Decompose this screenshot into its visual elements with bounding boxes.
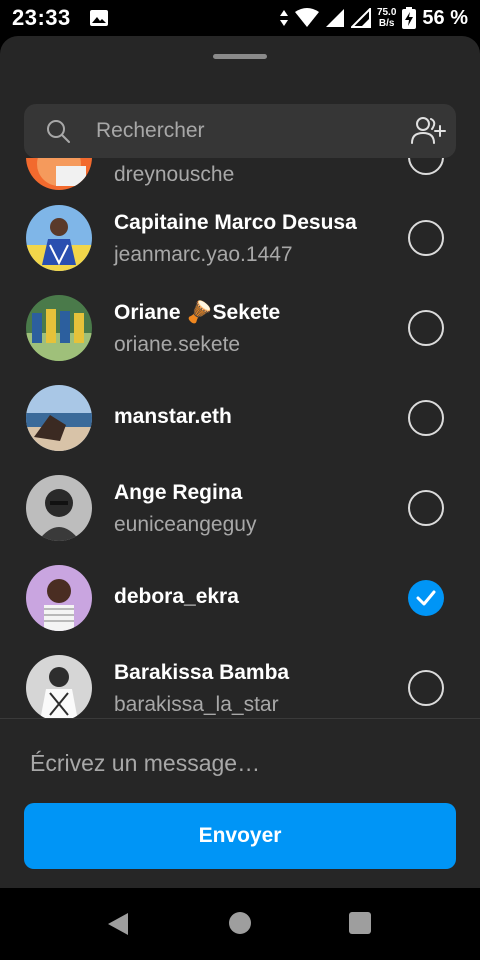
image-notification-icon (89, 10, 108, 26)
contact-username: jeanmarc.yao.1447 (114, 243, 293, 266)
avatar (26, 205, 92, 271)
home-icon[interactable] (229, 912, 251, 934)
contact-name: debora_ekra (114, 585, 239, 608)
contact-row[interactable]: Capitaine Marco Desusa jeanmarc.yao.1447 (0, 192, 480, 282)
navigation-bar (0, 888, 480, 960)
wifi-icon (294, 8, 319, 27)
add-people-icon[interactable] (410, 116, 446, 146)
avatar (26, 385, 92, 451)
contact-row[interactable]: Ange Regina euniceangeguy (0, 462, 480, 552)
select-radio-checked[interactable] (408, 580, 444, 616)
contact-row[interactable]: Barakissa Bamba barakissa_la_star (0, 642, 480, 718)
contact-row[interactable]: debora_ekra (0, 552, 480, 642)
search-input[interactable] (96, 104, 396, 158)
avatar (26, 655, 92, 718)
back-icon[interactable] (106, 912, 130, 936)
contact-name: Barakissa Bamba (114, 661, 290, 684)
select-radio[interactable] (408, 400, 444, 436)
select-radio[interactable] (408, 158, 444, 175)
share-sheet: dreynousche Capitaine Marco Desusa jeanm… (0, 36, 480, 888)
contact-username: euniceangeguy (114, 513, 257, 536)
select-radio[interactable] (408, 220, 444, 256)
contact-username: dreynousche (114, 163, 235, 186)
contact-name: Oriane 🪘Sekete (114, 301, 281, 324)
data-transfer-icon (279, 10, 288, 26)
contact-name: Capitaine Marco Desusa (114, 211, 357, 234)
network-speed: 75.0 B/s (377, 7, 396, 29)
cell-signal-2-icon (350, 8, 371, 28)
avatar (26, 295, 92, 361)
network-speed-value: 75.0 (376, 7, 397, 18)
checkmark-icon (416, 590, 436, 606)
contact-username: oriane.sekete (114, 333, 241, 356)
network-speed-unit: B/s (378, 18, 395, 29)
message-input[interactable] (30, 742, 450, 784)
select-radio[interactable] (408, 490, 444, 526)
divider (0, 718, 480, 719)
contact-list: dreynousche Capitaine Marco Desusa jeanm… (0, 158, 480, 718)
contact-name: manstar.eth (114, 405, 232, 428)
contact-username: barakissa_la_star (114, 693, 279, 716)
recent-apps-icon[interactable] (349, 912, 371, 934)
drag-handle[interactable] (213, 54, 267, 59)
search-bar[interactable] (24, 104, 456, 158)
contact-row[interactable]: Oriane 🪘Sekete oriane.sekete (0, 282, 480, 372)
search-icon (47, 120, 70, 143)
contact-name: Ange Regina (114, 481, 243, 504)
avatar (26, 475, 92, 541)
status-time: 23:33 (12, 5, 71, 30)
select-radio[interactable] (408, 310, 444, 346)
cell-signal-icon (325, 9, 344, 27)
avatar (26, 158, 92, 190)
send-button[interactable]: Envoyer (24, 803, 456, 869)
avatar (26, 565, 92, 631)
battery-percent: 56 % (422, 6, 468, 29)
battery-charging-icon (402, 7, 417, 29)
status-bar: 23:33 75.0 B/s 56 % (0, 0, 480, 36)
contact-row[interactable]: manstar.eth (0, 372, 480, 462)
select-radio[interactable] (408, 670, 444, 706)
